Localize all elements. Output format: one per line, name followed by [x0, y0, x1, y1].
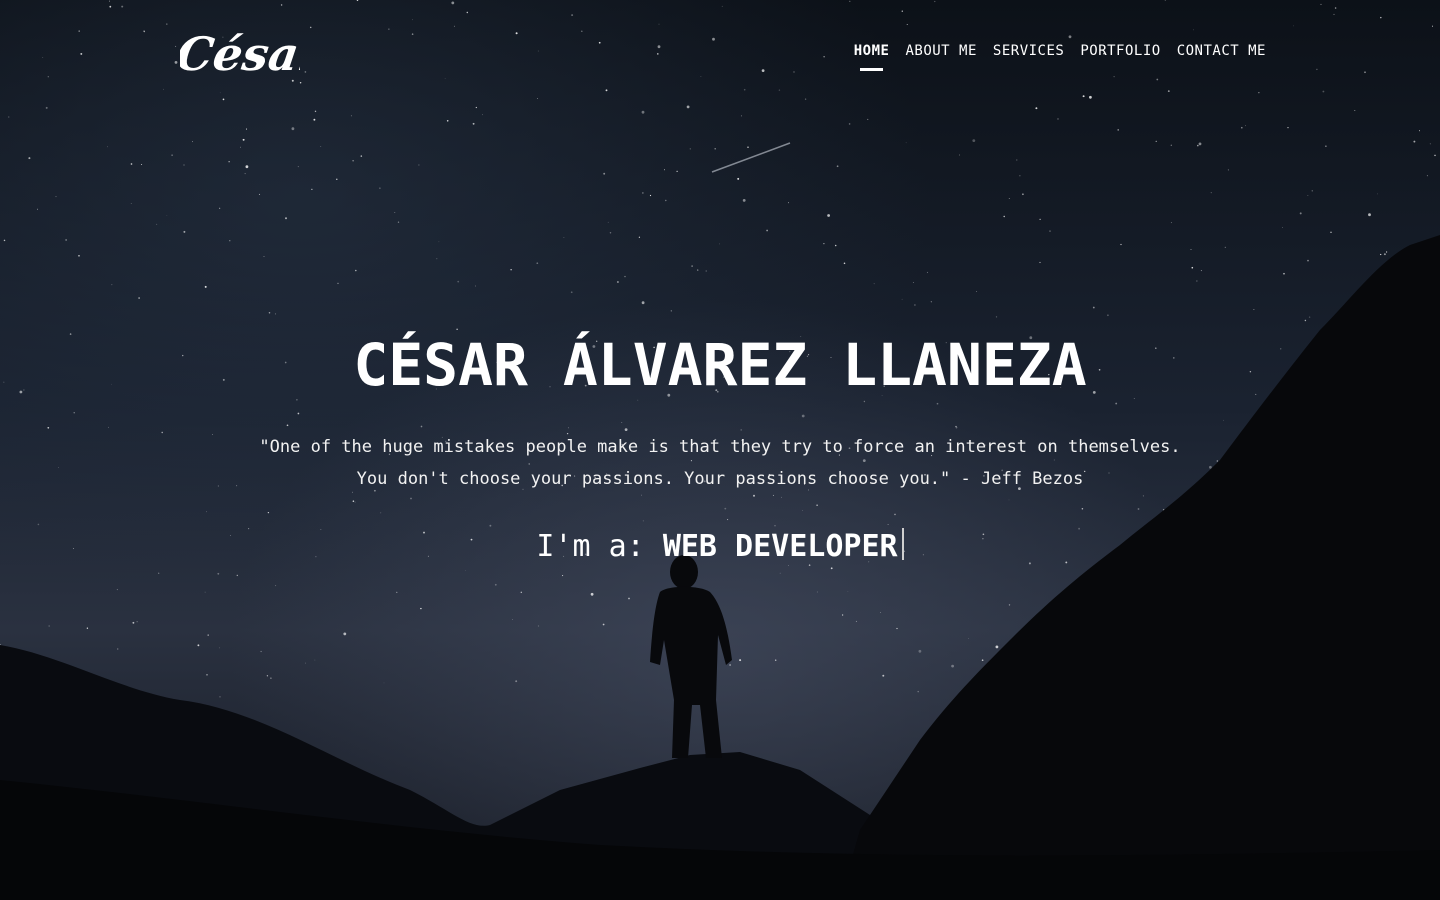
role-prefix: I'm a:: [536, 529, 645, 564]
nav-item-home[interactable]: HOME: [854, 40, 890, 71]
nav-item-services[interactable]: SERVICES: [993, 40, 1064, 62]
person-silhouette: [650, 555, 732, 758]
nav-item-contact-me[interactable]: CONTACT ME: [1177, 40, 1266, 62]
typing-cursor: [901, 528, 904, 560]
nav-item-portfolio[interactable]: PORTFOLIO: [1080, 40, 1160, 62]
brand-logo[interactable]: César.: [180, 18, 300, 78]
main-nav: HOME ABOUT ME SERVICES PORTFOLIO CONTACT ME: [854, 40, 1266, 71]
typed-role-line: I'm a: WEB DEVELOPER: [0, 525, 1440, 569]
hero-quote: "One of the huge mistakes people make is…: [0, 431, 1440, 495]
nav-item-about-me[interactable]: ABOUT ME: [905, 40, 976, 62]
quote-line-1: "One of the huge mistakes people make is…: [259, 437, 1181, 457]
role-value: WEB DEVELOPER: [662, 529, 898, 564]
brand-logo-text: César.: [180, 27, 300, 78]
quote-line-2: You don't choose your passions. Your pas…: [356, 469, 1084, 489]
hero-name-heading: CÉSAR ÁLVAREZ LLANEZA: [353, 331, 1087, 399]
